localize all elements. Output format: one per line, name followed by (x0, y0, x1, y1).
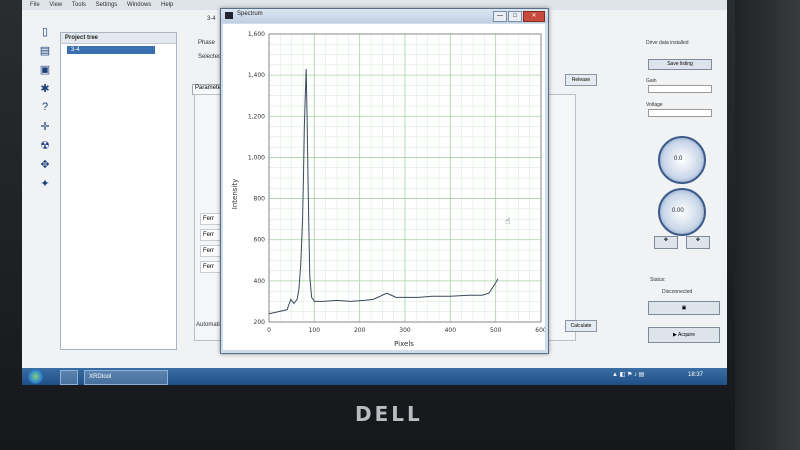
y-tick-label: 200 (254, 319, 266, 326)
menu-tools[interactable]: Tools (72, 2, 86, 8)
gauge-top-value: 0.0 (674, 156, 683, 162)
move-right-button[interactable]: ✥ (686, 236, 710, 249)
menu-view[interactable]: View (49, 2, 62, 8)
help-icon[interactable]: ? (38, 100, 52, 114)
right-panel: Drive data installed Save listing Gain V… (644, 40, 720, 360)
plot-area: Intensity Pixels 0 100 200 300 400 500 600 200 4… (223, 24, 547, 350)
project-tree-panel: Project tree 3-4 (60, 32, 177, 350)
x-tick-label: 600 (535, 327, 545, 334)
spectrum-chart: Intensity Pixels 0 100 200 300 400 500 600 200 4… (231, 31, 547, 348)
series-line (268, 68, 499, 315)
calculate-button[interactable]: Calculate (565, 320, 597, 332)
x-tick-label: 300 (399, 327, 411, 334)
acquire-button[interactable]: ▶ Acquire (648, 327, 720, 343)
target-icon[interactable]: ✦ (38, 176, 52, 190)
menu-help[interactable]: Help (161, 2, 173, 8)
y-axis-label: Intensity (231, 179, 239, 209)
install-status: Drive data installed (646, 40, 689, 46)
tree-node-selected[interactable]: 3-4 (67, 46, 155, 54)
gain-slider[interactable] (648, 85, 712, 93)
y-tick-label: 1,400 (248, 72, 265, 79)
move-left-button[interactable]: ✥ (654, 236, 678, 249)
menu-windows[interactable]: Windows (127, 2, 151, 8)
radiation-icon[interactable]: ☢ (38, 138, 52, 152)
window-titlebar[interactable]: Spectrum — □ ✕ (221, 9, 548, 23)
save-listing-button[interactable]: Save listing (648, 59, 712, 70)
status-value: Disconnected (662, 289, 693, 295)
selected-label: Selected (198, 54, 222, 60)
release-button[interactable]: Release (565, 74, 597, 86)
pan-icon[interactable]: ✥ (38, 157, 52, 171)
close-button[interactable]: ✕ (523, 11, 545, 22)
start-button[interactable] (28, 369, 43, 384)
brand-logo: DELL (355, 402, 423, 426)
window-app-icon (225, 12, 233, 19)
acquire-label: Acquire (678, 332, 695, 338)
open-folder-icon[interactable]: ▤ (38, 43, 52, 57)
status-label: Status: (650, 277, 666, 283)
y-tick-label: 800 (254, 196, 266, 203)
y-tick-label: 1,200 (248, 113, 265, 120)
spectrum-window[interactable]: Spectrum — □ ✕ Intensity Pixels 0 100 200 3… (220, 8, 549, 354)
gauge-bottom-value: 0.00 (672, 208, 684, 214)
document-tab[interactable]: 3-4 (207, 16, 216, 22)
x-tick-label: 200 (354, 327, 366, 334)
gauge-top: 0.0 (658, 136, 706, 184)
automatic-label: Automatic (196, 322, 223, 328)
x-axis-label: Pixels (394, 340, 414, 348)
settings-icon[interactable]: ✱ (38, 81, 52, 95)
move-icon[interactable]: ✛ (38, 119, 52, 133)
y-tick-label: 600 (254, 237, 266, 244)
y-tick-label: 400 (254, 278, 266, 285)
phase-label: Phase (198, 40, 216, 46)
minimize-button[interactable]: — (493, 11, 507, 22)
x-tick-label: 0 (267, 327, 271, 334)
tray-icons[interactable]: ▲ ◧ ⚑ ♪ ▤ (612, 371, 644, 378)
save-icon[interactable]: ▣ (38, 62, 52, 76)
record-button[interactable]: ▣ (648, 301, 720, 315)
x-tick-label: 500 (490, 327, 502, 334)
y-tick-label: 1,600 (248, 31, 265, 38)
left-toolbar: ▯ ▤ ▣ ✱ ? ✛ ☢ ✥ ✦ (34, 22, 56, 190)
clock: 18:37 (688, 372, 704, 378)
maximize-button[interactable]: □ (508, 11, 522, 22)
voltage-label: Voltage (646, 102, 663, 108)
cursor-icon: ☝ (505, 217, 510, 227)
active-task[interactable]: XRDtool (84, 370, 168, 385)
gain-label: Gain (646, 78, 657, 84)
y-tick-label: 1,000 (248, 154, 265, 161)
explorer-task-icon[interactable] (60, 370, 78, 385)
play-icon: ▶ (673, 332, 677, 338)
project-tree-header: Project tree (61, 33, 176, 44)
new-file-icon[interactable]: ▯ (38, 24, 52, 38)
taskbar: XRDtool ▲ ◧ ⚑ ♪ ▤ 18:37 (22, 368, 727, 385)
menu-file[interactable]: File (30, 2, 40, 8)
gauge-bottom: 0.00 (658, 188, 706, 236)
x-tick-label: 400 (445, 327, 457, 334)
x-tick-label: 100 (309, 327, 321, 334)
voltage-slider[interactable] (648, 109, 712, 117)
bezel-edge (735, 0, 800, 450)
menu-settings[interactable]: Settings (96, 2, 118, 8)
window-title: Spectrum (237, 11, 263, 17)
